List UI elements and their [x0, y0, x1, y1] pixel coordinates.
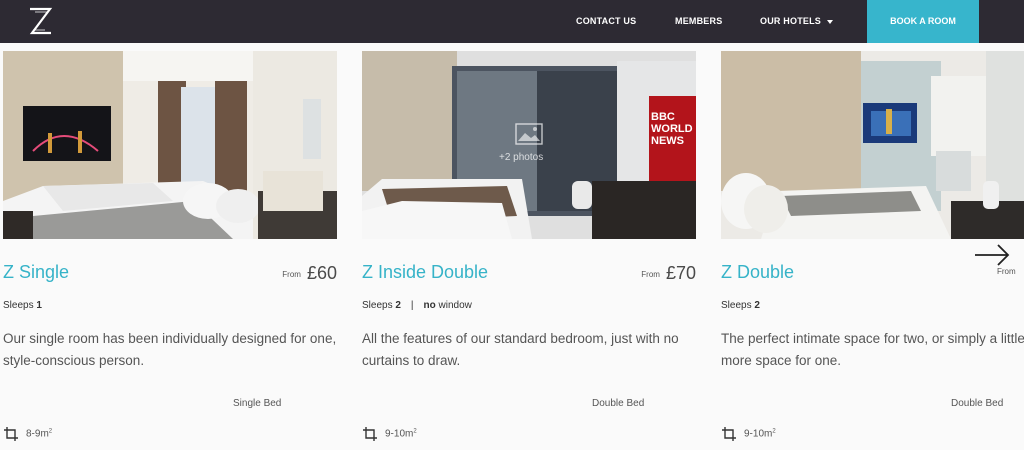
room-price: From £70 — [641, 263, 696, 284]
room-size-icon — [363, 427, 377, 441]
sleeps-count: 1 — [36, 300, 42, 311]
nav-our-hotels[interactable]: OUR HOTELS — [760, 0, 834, 43]
site-header: CONTACT US MEMBERS OUR HOTELS BOOK A ROO… — [0, 0, 1024, 43]
price-from-label: From — [997, 267, 1016, 276]
room-size-unit: 2 — [48, 428, 53, 435]
room-card-z-single[interactable]: Z Single From £60 Sleeps 1 Our single roo… — [3, 51, 337, 450]
nav-members[interactable]: MEMBERS — [675, 0, 722, 43]
room-photo-z-inside-double[interactable]: +2 photos BBC WORLD NEWS — [362, 51, 696, 239]
price-from-label: From — [282, 270, 301, 279]
room-description: Our single room has been individually de… — [3, 331, 337, 368]
room-size-icon — [4, 427, 18, 441]
room-card-z-inside-double[interactable]: +2 photos BBC WORLD NEWS Z Inside Double… — [362, 51, 696, 450]
photo-gallery-icon — [515, 123, 543, 145]
room-description: The perfect intimate space for two, or s… — [721, 331, 1024, 368]
z-logo[interactable] — [27, 6, 53, 36]
bed-type: Single Bed — [233, 398, 282, 409]
next-arrow-icon[interactable] — [973, 242, 1011, 268]
room-size-unit: 2 — [413, 428, 417, 435]
chevron-down-icon — [827, 19, 834, 24]
room-size-value: 9-10m — [385, 428, 414, 440]
room-size: 8-9m2 — [3, 426, 52, 442]
room-size-value: 8-9m — [26, 428, 49, 440]
price-amount: £60 — [306, 263, 337, 283]
room-size-value: 9-10m — [744, 428, 773, 440]
no-window-bold: no — [423, 300, 436, 311]
sleeps-label: Sleeps — [721, 300, 752, 311]
room-size-icon — [722, 427, 736, 441]
room-size: 9-10m2 — [362, 426, 417, 442]
room-title[interactable]: Z Double — [721, 262, 794, 283]
price-amount: £70 — [665, 263, 696, 283]
book-a-room-button[interactable]: BOOK A ROOM — [867, 0, 979, 43]
separator: | — [410, 300, 414, 311]
sleeps-count: 2 — [754, 300, 760, 311]
room-sleeps: Sleeps 2 — [721, 300, 760, 311]
room-sleeps: Sleeps 2 | no window — [362, 300, 472, 311]
room-size-unit: 2 — [772, 428, 776, 435]
room-size: 9-10m2 — [721, 426, 776, 442]
bed-type: Double Bed — [951, 398, 1004, 409]
nav-our-hotels-label: OUR HOTELS — [760, 16, 822, 26]
photo-count-overlay[interactable]: +2 photos — [499, 152, 543, 163]
sleeps-count: 2 — [395, 300, 401, 311]
no-window-text: window — [438, 300, 472, 311]
room-title[interactable]: Z Single — [3, 262, 69, 283]
room-description: All the features of our standard bedroom… — [362, 331, 679, 368]
room-photo-z-single[interactable] — [3, 51, 337, 239]
bed-type: Double Bed — [592, 398, 645, 409]
tv-screen-text: BBC WORLD NEWS — [651, 111, 693, 147]
price-from-label: From — [641, 270, 660, 279]
nav-contact-us[interactable]: CONTACT US — [576, 0, 636, 43]
sleeps-label: Sleeps — [362, 300, 393, 311]
room-sleeps: Sleeps 1 — [3, 300, 42, 311]
room-title[interactable]: Z Inside Double — [362, 262, 488, 283]
sleeps-label: Sleeps — [3, 300, 34, 311]
room-price: From £60 — [282, 263, 337, 284]
room-photo-z-double[interactable] — [721, 51, 1024, 239]
